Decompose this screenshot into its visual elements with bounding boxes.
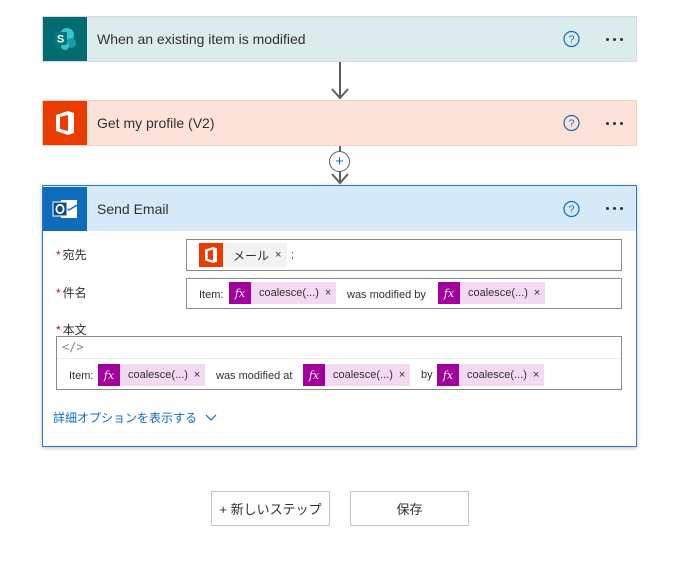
profile-title: Get my profile (V2) (97, 115, 215, 131)
subject-prefix: Item: (199, 289, 224, 301)
token-label: coalesce(...) (460, 282, 534, 304)
show-advanced-options-link[interactable]: 詳細オプションを表示する (53, 409, 217, 426)
svg-text:S: S (57, 34, 64, 46)
office-icon (199, 243, 223, 267)
sharepoint-icon: S (43, 17, 87, 61)
more-options-icon[interactable] (602, 34, 626, 44)
body-middle1: was modified at (216, 370, 293, 382)
mail-token[interactable]: メール × (199, 242, 288, 268)
help-icon[interactable]: ? (563, 114, 580, 132)
expression-token[interactable]: fx coalesce(...) × (229, 282, 337, 304)
send-email-title: Send Email (97, 200, 169, 217)
code-view-icon[interactable]: </> (62, 340, 84, 354)
outlook-icon (43, 186, 87, 231)
plus-icon: + (335, 153, 344, 170)
body-prefix: Item: (69, 370, 94, 382)
more-options-icon[interactable] (602, 204, 626, 214)
trigger-title: When an existing item is modified (97, 31, 306, 47)
remove-token-icon[interactable]: × (533, 282, 546, 304)
subject-middle: was modified by (347, 289, 426, 301)
body-toolbar: </> (57, 337, 621, 359)
to-label: * 宛先 (56, 248, 87, 262)
svg-text:?: ? (569, 34, 575, 46)
expression-token[interactable]: fx coalesce(...) × (303, 364, 411, 386)
profile-card-header[interactable]: Get my profile (V2) ? (42, 100, 637, 146)
arrow-down-icon (331, 173, 349, 185)
expression-token[interactable]: fx coalesce(...) × (98, 364, 206, 386)
svg-text:?: ? (569, 118, 575, 130)
chevron-down-icon (205, 414, 217, 421)
office-icon (43, 101, 87, 145)
token-label: coalesce(...) (325, 364, 399, 386)
mail-token-label: メール (223, 243, 276, 267)
separator: ; (291, 249, 295, 261)
subject-field[interactable]: Item: fx coalesce(...) × was modified by… (186, 278, 622, 309)
token-label: coalesce(...) (251, 282, 325, 304)
remove-token-icon[interactable]: × (532, 364, 545, 386)
body-middle2: by (421, 369, 433, 381)
remove-token-icon[interactable]: × (398, 364, 411, 386)
fx-icon: fx (437, 364, 459, 386)
token-label: coalesce(...) (120, 364, 194, 386)
fx-icon: fx (98, 364, 120, 386)
fx-icon: fx (303, 364, 325, 386)
insert-step-button[interactable]: + (329, 151, 350, 172)
new-step-button[interactable]: + 新しいステップ (211, 491, 330, 526)
to-field[interactable]: メール × ; (186, 239, 622, 271)
save-button[interactable]: 保存 (350, 491, 469, 526)
token-label: coalesce(...) (459, 364, 533, 386)
svg-text:?: ? (569, 203, 575, 215)
profile-card[interactable]: Get my profile (V2) ? (42, 100, 637, 146)
fx-icon: fx (229, 282, 251, 304)
advanced-options-label: 詳細オプションを表示する (53, 411, 198, 425)
remove-token-icon[interactable]: × (193, 364, 206, 386)
remove-token-icon[interactable]: × (324, 282, 337, 304)
body-field[interactable]: </> Item: fx coalesce(...) × was modifie… (56, 336, 622, 390)
remove-token-icon[interactable]: × (275, 243, 288, 267)
trigger-card[interactable]: S When an existing item is modified ? (42, 16, 637, 62)
help-icon[interactable]: ? (563, 30, 580, 48)
expression-token[interactable]: fx coalesce(...) × (438, 282, 546, 304)
help-icon[interactable]: ? (563, 200, 580, 217)
send-email-card[interactable]: Send Email ? * 宛先 メール × ; * 件名 Item: fx co… (42, 185, 637, 447)
more-options-icon[interactable] (602, 118, 626, 128)
arrow-down-icon (331, 88, 349, 100)
send-email-card-header[interactable]: Send Email ? (43, 186, 636, 231)
fx-icon: fx (438, 282, 460, 304)
expression-token[interactable]: fx coalesce(...) × (437, 364, 545, 386)
subject-label: * 件名 (56, 286, 87, 300)
trigger-card-header[interactable]: S When an existing item is modified ? (42, 16, 637, 62)
